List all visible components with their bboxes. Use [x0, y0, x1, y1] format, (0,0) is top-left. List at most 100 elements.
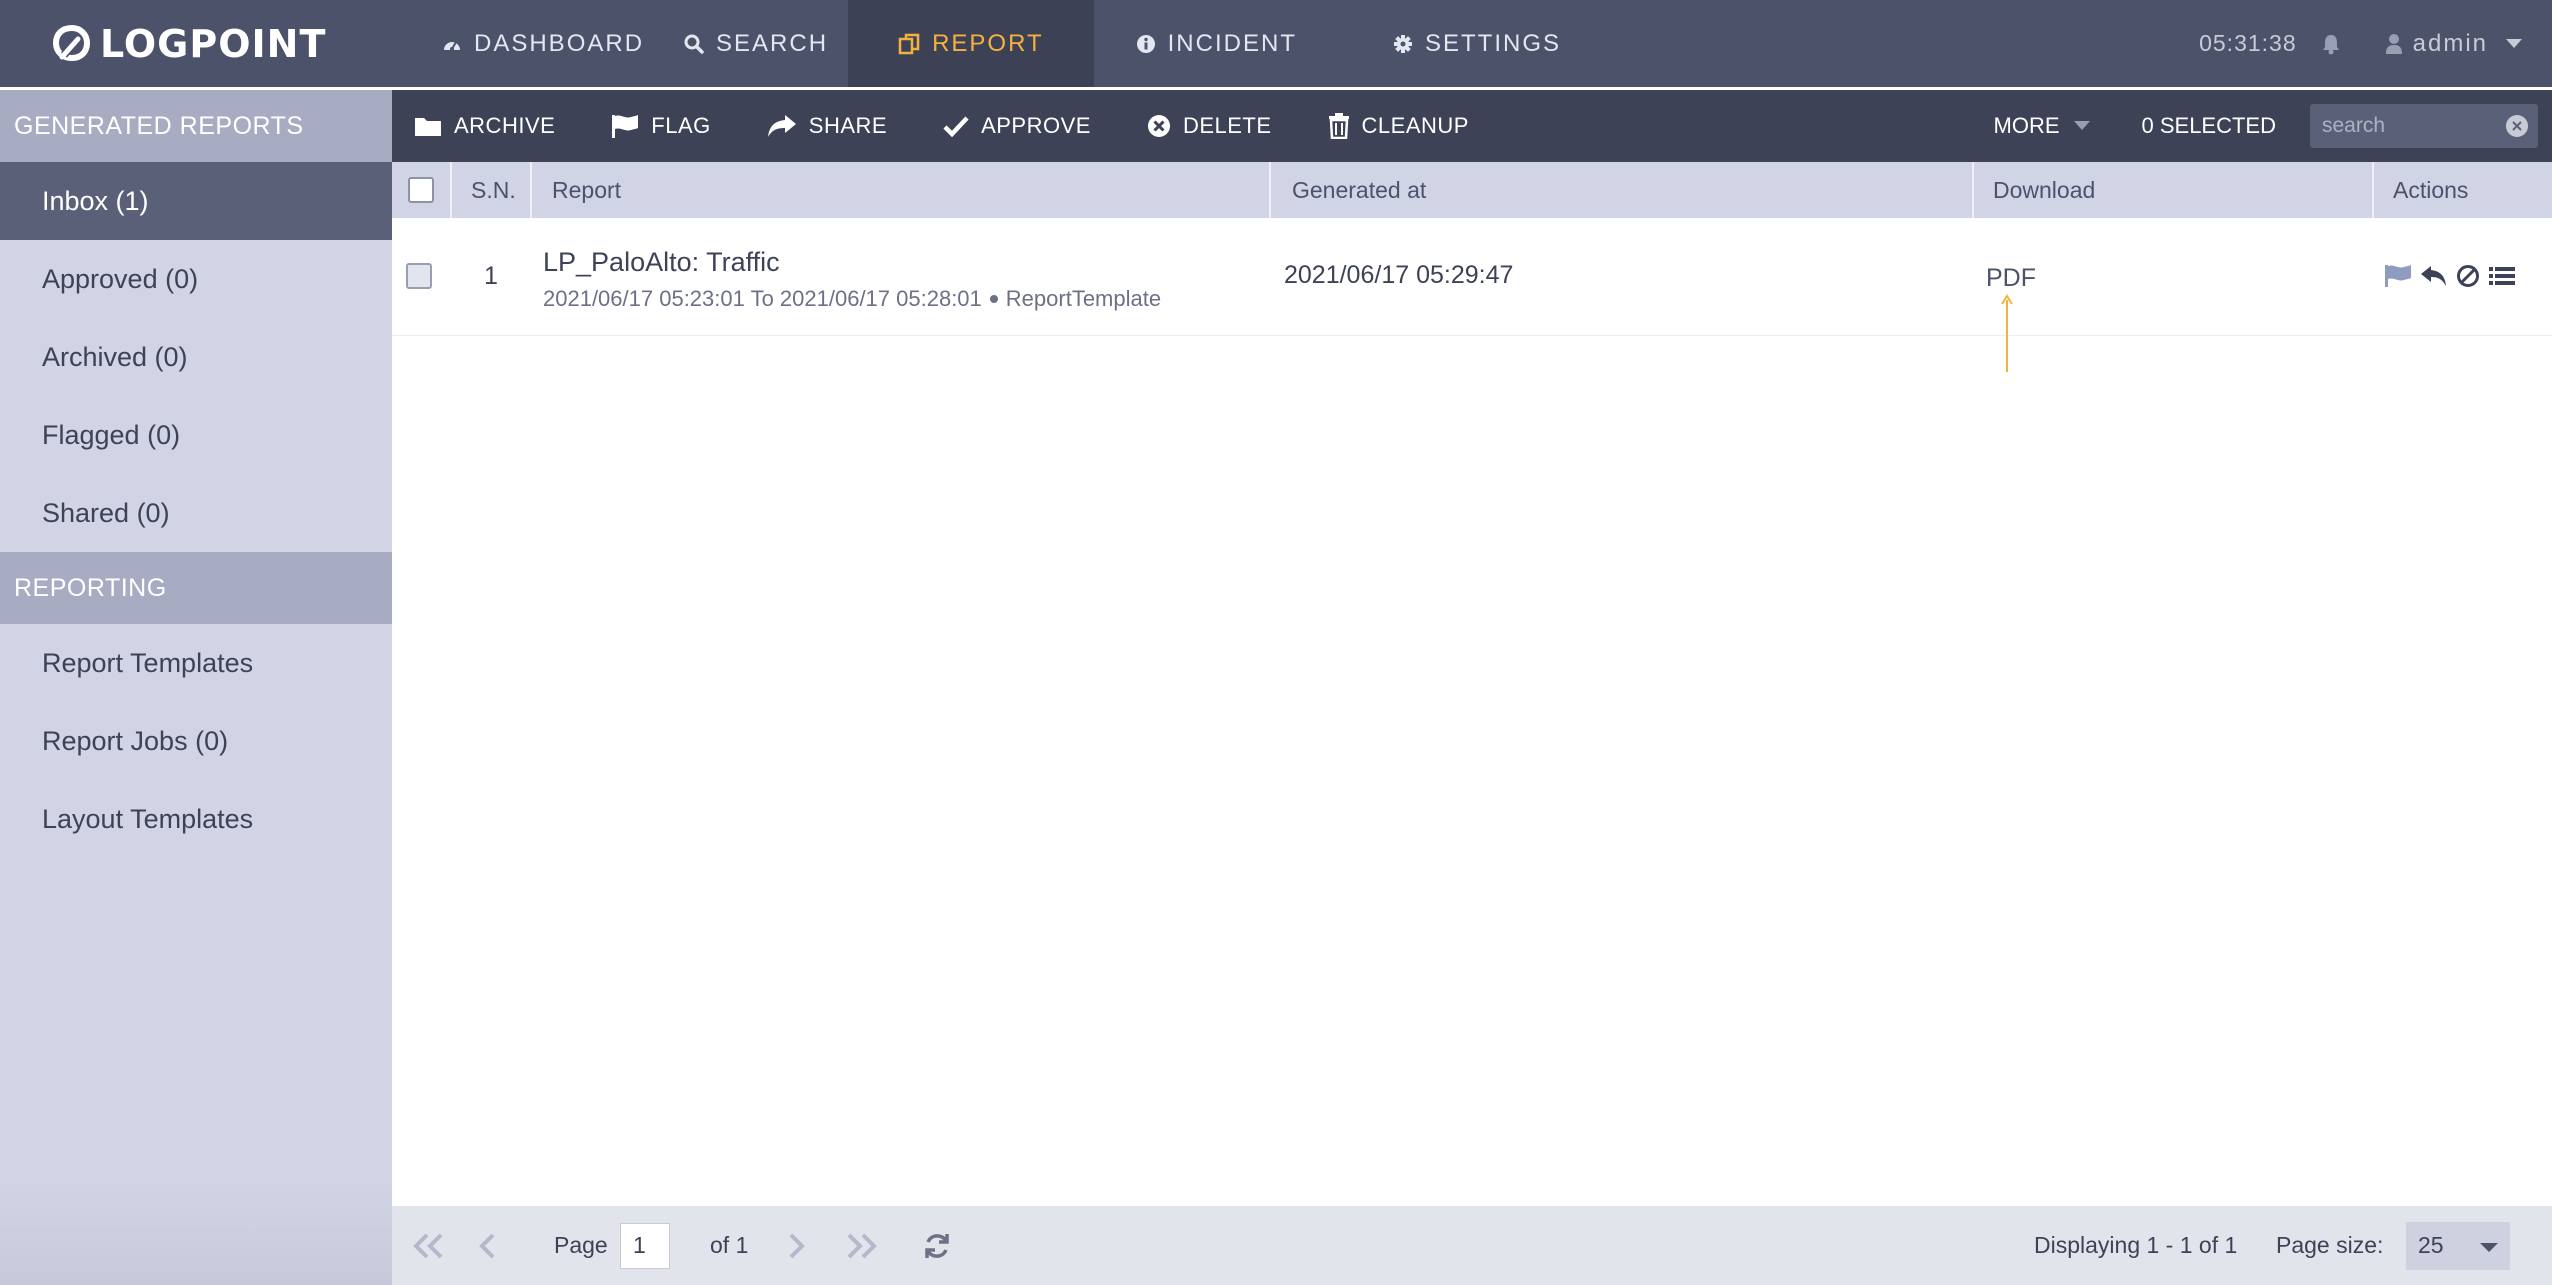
cleanup-label: CLEANUP	[1361, 113, 1469, 138]
refresh-icon	[922, 1231, 952, 1261]
next-page-button[interactable]	[786, 1206, 806, 1285]
sidebar-item-archived[interactable]: Archived (0)	[0, 318, 392, 396]
row-checkbox[interactable]	[406, 263, 432, 289]
report-cell: LP_PaloAlto: Traffic 2021/06/17 05:23:01…	[543, 247, 1161, 312]
main-nav: DASHBOARD SEARCH REPORT INCIDENT SETTING…	[422, 0, 1581, 87]
page-size-select[interactable]: 25	[2406, 1221, 2510, 1270]
brand-name: LOGPOINT	[100, 21, 327, 66]
sidebar: GENERATED REPORTS Inbox (1) Approved (0)…	[0, 90, 392, 1285]
more-dropdown[interactable]: MORE	[1994, 113, 2090, 139]
selected-count: 0 SELECTED	[2141, 113, 2277, 138]
sidebar-item-approved[interactable]: Approved (0)	[0, 240, 392, 318]
block-icon[interactable]	[2456, 264, 2480, 288]
refresh-button[interactable]	[922, 1206, 952, 1285]
table-header: S.N. Report Generated at Download Action…	[392, 162, 2552, 218]
sidebar-item-label: Report Templates	[42, 647, 254, 678]
page-size-label: Page size:	[2276, 1232, 2384, 1258]
double-chevron-right-icon	[844, 1233, 878, 1259]
table-row[interactable]: 1 LP_PaloAlto: Traffic 2021/06/17 05:23:…	[392, 218, 2552, 372]
column-divider	[1269, 162, 1271, 218]
flag-icon[interactable]	[2384, 264, 2412, 288]
column-header-report[interactable]: Report	[552, 162, 621, 218]
row-actions	[2384, 264, 2524, 288]
report-name[interactable]: LP_PaloAlto: Traffic	[543, 247, 1161, 278]
column-divider	[2372, 162, 2374, 218]
delete-circle-icon	[1147, 114, 1171, 138]
last-page-button[interactable]	[844, 1206, 878, 1285]
nav-dashboard-label: DASHBOARD	[474, 29, 645, 57]
user-menu[interactable]: admin	[2385, 30, 2522, 58]
share-button[interactable]: SHARE	[767, 113, 887, 139]
double-chevron-left-icon	[412, 1233, 446, 1259]
archive-button[interactable]: ARCHIVE	[414, 113, 555, 139]
column-header-sn[interactable]: S.N.	[471, 162, 516, 218]
prev-page-button[interactable]	[478, 1206, 498, 1285]
sidebar-item-label: Inbox (1)	[42, 185, 149, 216]
sidebar-item-label: Layout Templates	[42, 803, 254, 834]
nav-settings[interactable]: SETTINGS	[1373, 0, 1581, 87]
report-subtitle: 2021/06/17 05:23:01 To 2021/06/17 05:28:…	[543, 286, 1161, 312]
flag-button[interactable]: FLAG	[611, 113, 710, 139]
more-label: MORE	[1993, 113, 2060, 138]
top-navigation-bar: LOGPOINT DASHBOARD SEARCH REPORT INCIDEN…	[0, 0, 2552, 87]
sidebar-item-flagged[interactable]: Flagged (0)	[0, 396, 392, 474]
sidebar-item-label: Report Jobs (0)	[42, 725, 229, 756]
column-header-generated[interactable]: Generated at	[1292, 162, 1426, 218]
sidebar-item-layout-templates[interactable]: Layout Templates	[0, 780, 392, 858]
delete-label: DELETE	[1182, 113, 1272, 138]
report-template-name: ReportTemplate	[1005, 286, 1162, 311]
chevron-left-icon	[478, 1233, 498, 1259]
sidebar-item-shared[interactable]: Shared (0)	[0, 474, 392, 552]
clock: 05:31:38	[2199, 30, 2297, 56]
page-of-label: of 1	[710, 1232, 749, 1258]
chevron-down-icon	[2506, 38, 2522, 49]
row-sn: 1	[484, 262, 498, 290]
list-icon[interactable]	[2488, 264, 2516, 288]
bullet-dot	[989, 294, 998, 303]
nav-report-label: REPORT	[932, 29, 1044, 57]
delete-button[interactable]: DELETE	[1147, 113, 1272, 139]
info-icon	[1136, 34, 1156, 54]
nav-incident-label: INCIDENT	[1167, 29, 1297, 57]
dashboard-icon	[442, 36, 462, 52]
column-divider	[450, 162, 452, 218]
nav-incident[interactable]: INCIDENT	[1116, 0, 1317, 87]
search-input[interactable]	[2310, 114, 2490, 138]
header-select-all	[408, 162, 434, 218]
sidebar-item-label: Shared (0)	[42, 497, 170, 528]
search-icon	[684, 34, 704, 54]
pdf-download-link[interactable]: PDF	[1986, 264, 2036, 293]
nav-settings-label: SETTINGS	[1424, 29, 1561, 57]
sidebar-item-label: Approved (0)	[42, 263, 199, 294]
cleanup-button[interactable]: CLEANUP	[1328, 113, 1469, 139]
row-checkbox-cell	[406, 263, 432, 294]
select-all-checkbox[interactable]	[408, 177, 434, 203]
sidebar-item-report-jobs[interactable]: Report Jobs (0)	[0, 702, 392, 780]
page-number-input[interactable]	[620, 1222, 670, 1269]
nav-search[interactable]: SEARCH	[664, 0, 848, 87]
logpoint-logo[interactable]: LOGPOINT	[52, 0, 326, 87]
caret-down-icon	[2073, 121, 2090, 131]
approve-button[interactable]: APPROVE	[943, 113, 1091, 139]
flag-icon	[611, 114, 639, 138]
gear-icon	[1393, 34, 1413, 54]
share-icon	[767, 114, 797, 138]
column-header-download[interactable]: Download	[1993, 162, 2095, 218]
nav-report[interactable]: REPORT	[848, 0, 1094, 87]
column-divider	[1972, 162, 1974, 218]
column-divider	[530, 162, 532, 218]
reply-icon[interactable]	[2420, 264, 2448, 288]
nav-dashboard[interactable]: DASHBOARD	[422, 0, 664, 87]
page-input-wrap	[620, 1206, 670, 1285]
sidebar-item-label: Archived (0)	[42, 341, 188, 372]
sidebar-shade	[0, 1185, 392, 1285]
approve-label: APPROVE	[981, 113, 1091, 138]
section-reporting: REPORTING	[0, 552, 392, 624]
bell-icon[interactable]	[2321, 33, 2341, 55]
sidebar-item-inbox[interactable]: Inbox (1)	[0, 162, 392, 240]
first-page-button[interactable]	[412, 1206, 446, 1285]
clear-search-icon[interactable]	[2506, 115, 2528, 137]
pointer-arrow-icon	[2001, 294, 2013, 372]
report-time-range: 2021/06/17 05:23:01 To 2021/06/17 05:28:…	[543, 286, 982, 311]
sidebar-item-report-templates[interactable]: Report Templates	[0, 624, 392, 702]
